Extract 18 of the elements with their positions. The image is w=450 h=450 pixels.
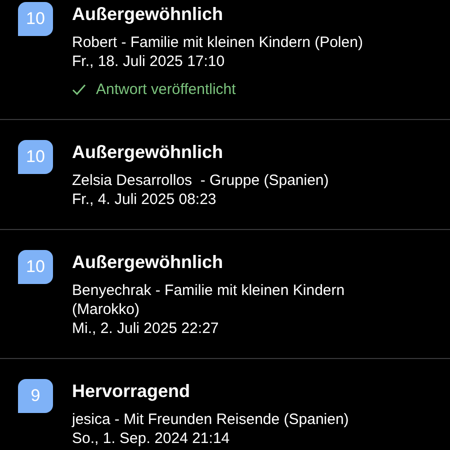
- guest-info: jesica - Mit Freunden Reisende (Spanien): [72, 410, 349, 429]
- score-badge: 9: [18, 379, 53, 413]
- rating-title: Hervorragend: [72, 380, 192, 403]
- rating-title: Außergewöhnlich: [72, 251, 224, 274]
- review-date: Mi., 2. Juli 2025 22:27: [72, 319, 220, 338]
- review-date: So., 1. Sep. 2024 21:14: [72, 429, 231, 448]
- reply-status: Antwort veröffentlicht: [96, 80, 236, 99]
- score-badge: 10: [18, 250, 53, 284]
- score-badge: 10: [18, 2, 53, 36]
- score-badge: 10: [18, 140, 53, 174]
- guest-info: Robert - Familie mit kleinen Kindern (Polen): [72, 33, 363, 52]
- review-date: Fr., 18. Juli 2025 17:10: [72, 52, 226, 71]
- review-date: Fr., 4. Juli 2025 08:23: [72, 190, 218, 209]
- rating-title: Außergewöhnlich: [72, 141, 224, 164]
- checkmark-icon: [72, 84, 86, 95]
- guest-info: Zelsia Desarrollos - Gruppe (Spanien): [72, 171, 329, 190]
- guest-info: Benyechrak - Familie mit kleinen Kindern (Marokko): [72, 281, 346, 319]
- rating-title: Außergewöhnlich: [72, 3, 224, 26]
